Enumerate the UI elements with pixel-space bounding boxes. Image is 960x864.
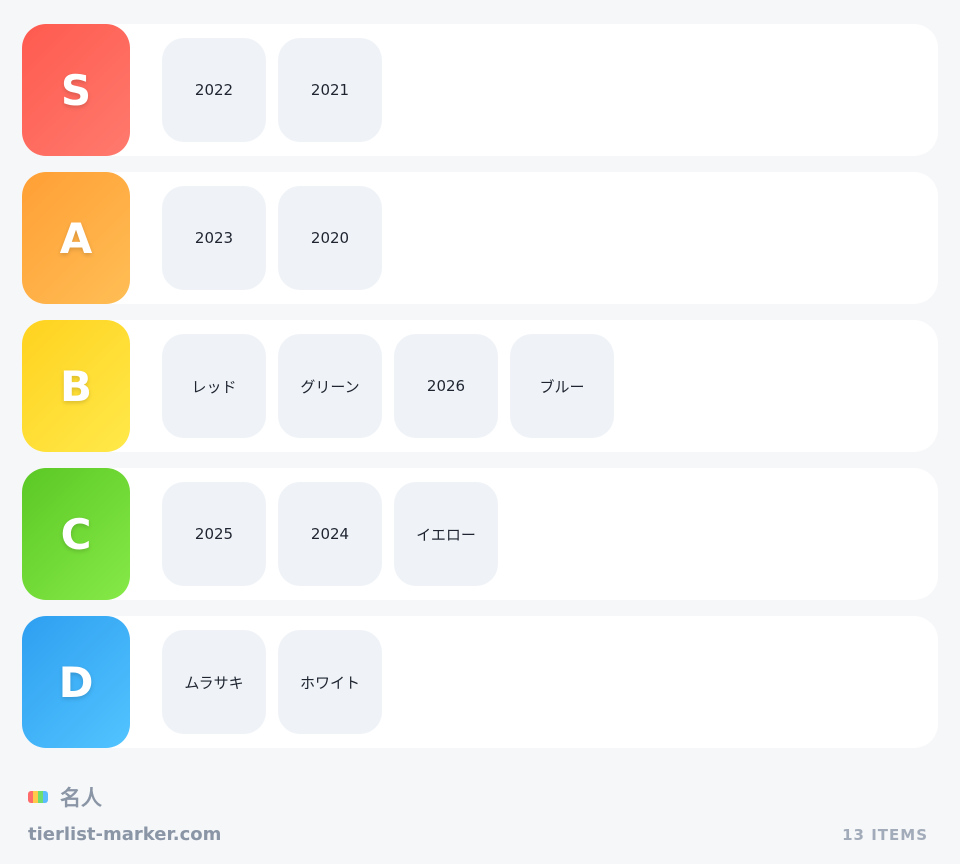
- tier-items-b: レッド グリーン 2026 ブルー: [162, 334, 614, 438]
- tier-item[interactable]: 2020: [278, 186, 382, 290]
- footer-title: 名人: [60, 786, 102, 810]
- tier-item[interactable]: ブルー: [510, 334, 614, 438]
- tier-row-s: S 2022 2021: [22, 24, 938, 156]
- tier-items-c: 2025 2024 イエロー: [162, 482, 498, 586]
- tier-item[interactable]: 2025: [162, 482, 266, 586]
- tier-item[interactable]: 2024: [278, 482, 382, 586]
- tier-items-a: 2023 2020: [162, 186, 382, 290]
- tier-badge-a[interactable]: A: [22, 172, 130, 304]
- tier-item[interactable]: イエロー: [394, 482, 498, 586]
- tier-badge-c[interactable]: C: [22, 468, 130, 600]
- tier-row-d: D ムラサキ ホワイト: [22, 616, 938, 748]
- tier-item[interactable]: 2023: [162, 186, 266, 290]
- tier-item[interactable]: ムラサキ: [162, 630, 266, 734]
- footer-title-row: 名人: [28, 782, 102, 812]
- tier-row-a: A 2023 2020: [22, 172, 938, 304]
- tier-item[interactable]: 2022: [162, 38, 266, 142]
- tier-item[interactable]: 2021: [278, 38, 382, 142]
- tier-list: S 2022 2021 A 2023 2020 B レッド グリーン 2026 …: [22, 24, 938, 764]
- tier-badge-s[interactable]: S: [22, 24, 130, 156]
- rainbow-stripe: [43, 791, 48, 803]
- footer: 名人 tierlist-marker.com 13 ITEMS: [28, 782, 928, 852]
- footer-site-link[interactable]: tierlist-marker.com: [28, 824, 221, 845]
- tier-item[interactable]: グリーン: [278, 334, 382, 438]
- tier-item[interactable]: ホワイト: [278, 630, 382, 734]
- tier-badge-d[interactable]: D: [22, 616, 130, 748]
- tier-items-s: 2022 2021: [162, 38, 382, 142]
- tier-item[interactable]: 2026: [394, 334, 498, 438]
- rainbow-stripes-icon: [28, 791, 48, 803]
- tier-item[interactable]: レッド: [162, 334, 266, 438]
- tier-row-c: C 2025 2024 イエロー: [22, 468, 938, 600]
- tier-badge-b[interactable]: B: [22, 320, 130, 452]
- tier-items-d: ムラサキ ホワイト: [162, 630, 382, 734]
- item-count: 13 ITEMS: [842, 826, 928, 844]
- tier-row-b: B レッド グリーン 2026 ブルー: [22, 320, 938, 452]
